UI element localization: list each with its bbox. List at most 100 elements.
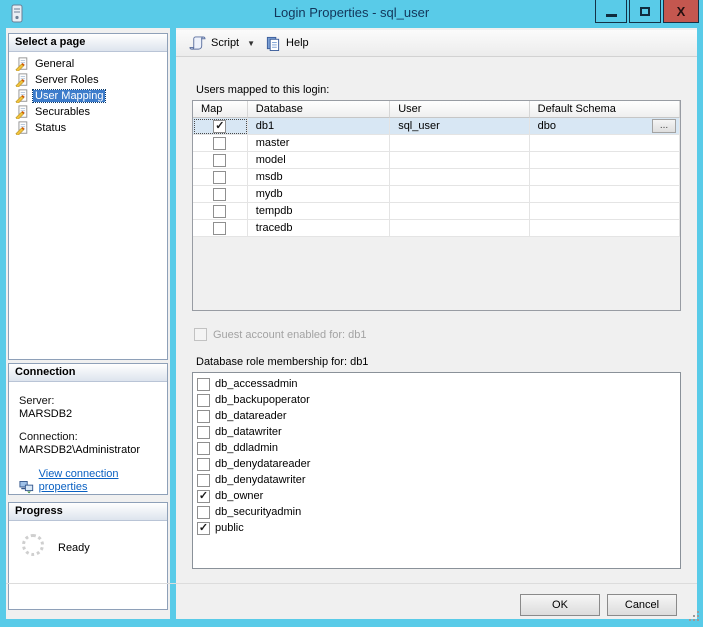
role-list-item[interactable]: ✓ public bbox=[193, 520, 680, 536]
resize-grip[interactable] bbox=[689, 611, 691, 613]
maximize-button[interactable] bbox=[629, 0, 661, 23]
role-list-item[interactable]: db_denydatawriter bbox=[193, 472, 680, 488]
toolbar: Script ▼ Help bbox=[176, 30, 697, 57]
default-schema-cell[interactable] bbox=[529, 169, 680, 186]
role-list-item[interactable]: ✓ db_owner bbox=[193, 488, 680, 504]
role-checkbox[interactable]: ✓ bbox=[197, 521, 210, 535]
map-cell bbox=[193, 186, 248, 203]
user-cell[interactable] bbox=[390, 186, 530, 203]
script-button-label: Script bbox=[211, 37, 240, 49]
sidebar-item-status[interactable]: Status bbox=[9, 120, 167, 136]
role-checkbox[interactable] bbox=[197, 425, 210, 439]
role-list-item[interactable]: db_datawriter bbox=[193, 424, 680, 440]
table-row[interactable]: model bbox=[193, 152, 680, 169]
column-header-database[interactable]: Database bbox=[247, 101, 391, 118]
map-checkbox[interactable] bbox=[213, 136, 227, 150]
role-name-label: db_denydatareader bbox=[215, 458, 311, 470]
sidebar-item-server-roles[interactable]: Server Roles bbox=[9, 72, 167, 88]
table-row[interactable]: mydb bbox=[193, 186, 680, 203]
table-row[interactable]: msdb bbox=[193, 169, 680, 186]
close-button[interactable]: X bbox=[663, 0, 699, 23]
select-page-list: General Server Roles User Mapping Secura… bbox=[9, 52, 167, 136]
default-schema-cell[interactable]: dbo ... bbox=[529, 118, 680, 135]
database-cell[interactable]: mydb bbox=[247, 186, 391, 203]
role-checkbox[interactable] bbox=[197, 473, 210, 487]
user-cell[interactable] bbox=[390, 135, 530, 152]
script-button[interactable]: Script ▼ bbox=[184, 34, 260, 53]
sidebar-item-label: Status bbox=[35, 122, 67, 134]
connection-value: MARSDB2\Administrator bbox=[19, 444, 141, 456]
table-row[interactable]: ✓ db1 sql_user dbo ... bbox=[193, 118, 680, 135]
map-cell bbox=[193, 203, 248, 220]
help-button[interactable]: Help bbox=[260, 34, 314, 53]
database-cell[interactable]: model bbox=[247, 152, 391, 169]
database-cell[interactable]: master bbox=[247, 135, 391, 152]
column-header-map[interactable]: Map bbox=[193, 101, 248, 118]
role-checkbox[interactable] bbox=[197, 393, 210, 407]
sidebar-item-label: Securables bbox=[35, 106, 91, 118]
browse-default-schema-button[interactable]: ... bbox=[652, 119, 677, 133]
map-checkbox[interactable] bbox=[213, 187, 227, 201]
view-connection-properties-link[interactable]: View connection properties bbox=[39, 468, 159, 494]
user-cell[interactable] bbox=[390, 152, 530, 169]
minimize-button[interactable] bbox=[595, 0, 627, 23]
script-dropdown-arrow-icon[interactable]: ▼ bbox=[247, 39, 255, 48]
map-checkbox[interactable] bbox=[213, 221, 227, 235]
database-cell[interactable]: msdb bbox=[247, 169, 391, 186]
login-properties-dialog: Login Properties - sql_user X Select a p… bbox=[0, 0, 703, 627]
user-cell[interactable] bbox=[390, 220, 530, 237]
role-checkbox[interactable] bbox=[197, 409, 210, 423]
guest-account-row: Guest account enabled for: db1 bbox=[194, 328, 367, 341]
page-icon bbox=[15, 121, 28, 135]
user-cell[interactable] bbox=[390, 169, 530, 186]
user-cell[interactable] bbox=[390, 203, 530, 220]
table-row[interactable]: tempdb bbox=[193, 203, 680, 220]
default-schema-cell[interactable] bbox=[529, 135, 680, 152]
role-checkbox[interactable] bbox=[197, 457, 210, 471]
role-list-item[interactable]: db_datareader bbox=[193, 408, 680, 424]
role-list-item[interactable]: db_ddladmin bbox=[193, 440, 680, 456]
database-cell[interactable]: tracedb bbox=[247, 220, 391, 237]
sidebar-item-securables[interactable]: Securables bbox=[9, 104, 167, 120]
progress-status: Ready bbox=[58, 542, 90, 554]
ok-button[interactable]: OK bbox=[520, 594, 600, 616]
role-list-item[interactable]: db_accessadmin bbox=[193, 376, 680, 392]
role-list-item[interactable]: db_securityadmin bbox=[193, 504, 680, 520]
maximize-icon bbox=[640, 6, 650, 16]
map-checkbox[interactable]: ✓ bbox=[213, 119, 227, 133]
database-role-list: db_accessadmin db_backupoperator db_data… bbox=[192, 372, 681, 569]
guest-account-label: Guest account enabled for: db1 bbox=[213, 328, 367, 341]
help-button-label: Help bbox=[286, 37, 309, 49]
column-header-user[interactable]: User bbox=[390, 101, 530, 118]
map-cell bbox=[193, 152, 248, 169]
table-body: ✓ db1 sql_user dbo ... master model msdb… bbox=[193, 118, 680, 237]
role-list-item[interactable]: db_denydatareader bbox=[193, 456, 680, 472]
column-header-default-schema[interactable]: Default Schema bbox=[529, 101, 680, 118]
table-row[interactable]: master bbox=[193, 135, 680, 152]
cancel-button[interactable]: Cancel bbox=[607, 594, 677, 616]
map-checkbox[interactable] bbox=[213, 153, 227, 167]
titlebar[interactable]: Login Properties - sql_user X bbox=[0, 0, 703, 28]
connection-label: Connection: bbox=[19, 431, 78, 443]
sidebar-item-general[interactable]: General bbox=[9, 56, 167, 72]
role-checkbox[interactable] bbox=[197, 377, 210, 391]
table-row[interactable]: tracedb bbox=[193, 220, 680, 237]
user-cell[interactable]: sql_user bbox=[390, 118, 530, 135]
page-icon bbox=[15, 73, 28, 87]
role-name-label: db_denydatawriter bbox=[215, 474, 306, 486]
sidebar-item-user-mapping[interactable]: User Mapping bbox=[9, 88, 167, 104]
role-name-label: public bbox=[215, 522, 244, 534]
map-checkbox[interactable] bbox=[213, 204, 227, 218]
database-cell[interactable]: db1 bbox=[247, 118, 391, 135]
default-schema-cell[interactable] bbox=[529, 186, 680, 203]
default-schema-cell[interactable] bbox=[529, 203, 680, 220]
role-checkbox[interactable]: ✓ bbox=[197, 489, 210, 503]
role-checkbox[interactable] bbox=[197, 505, 210, 519]
database-cell[interactable]: tempdb bbox=[247, 203, 391, 220]
default-schema-cell[interactable] bbox=[529, 152, 680, 169]
role-checkbox[interactable] bbox=[197, 441, 210, 455]
default-schema-cell[interactable] bbox=[529, 220, 680, 237]
user-mapping-table: Map Database User Default Schema ✓ db1 s… bbox=[192, 100, 681, 311]
map-checkbox[interactable] bbox=[213, 170, 227, 184]
role-list-item[interactable]: db_backupoperator bbox=[193, 392, 680, 408]
